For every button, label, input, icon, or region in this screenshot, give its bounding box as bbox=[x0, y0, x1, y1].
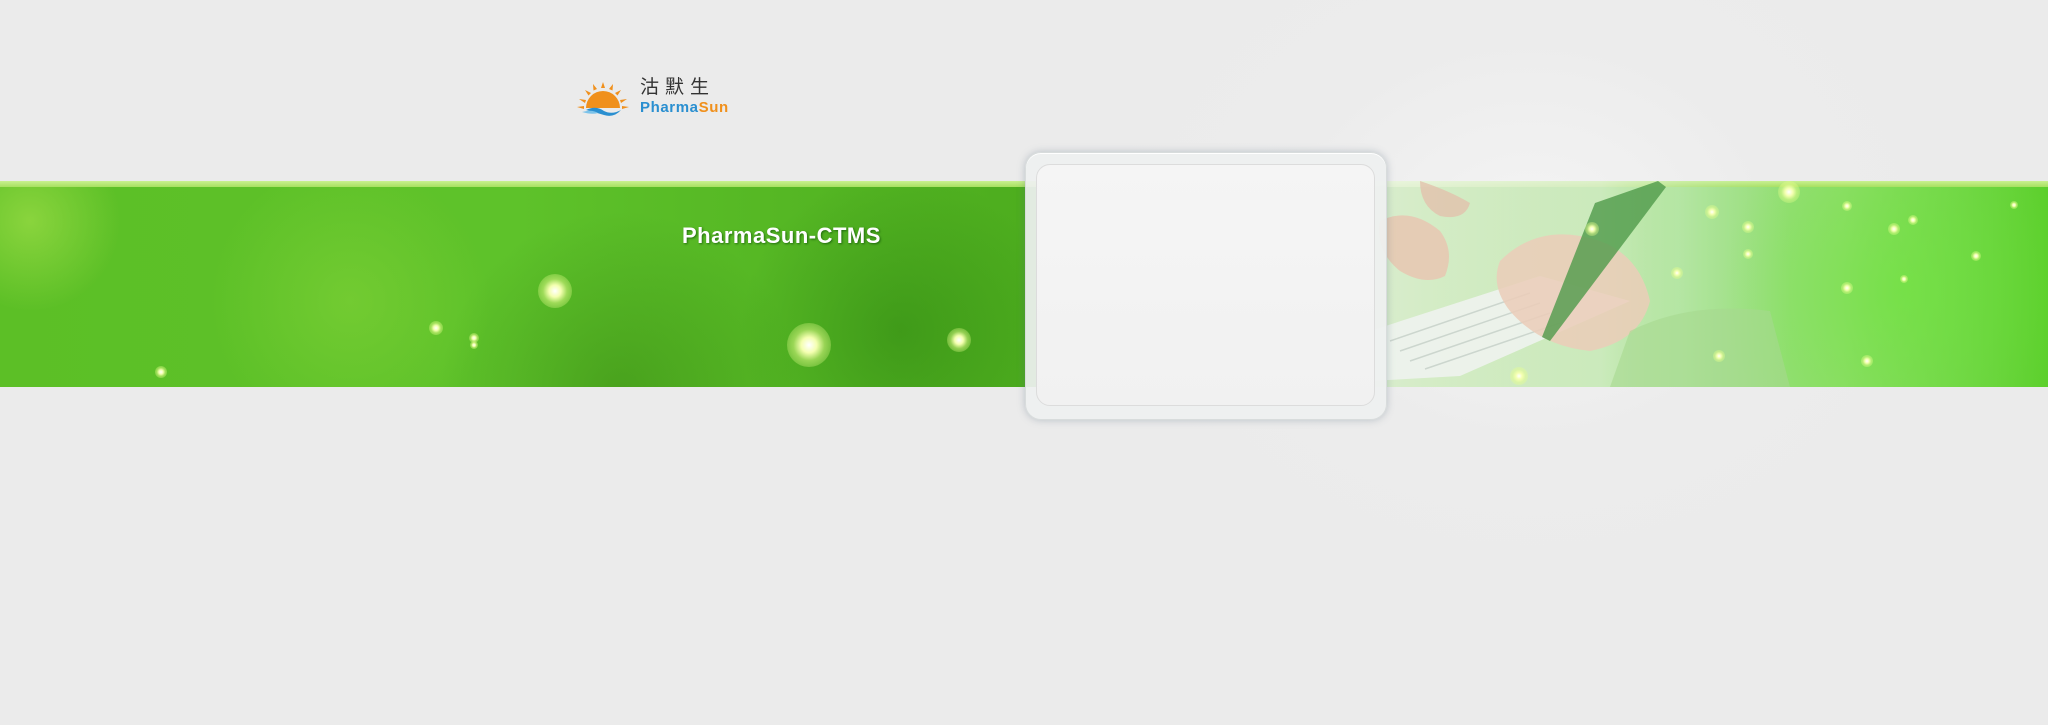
light-sparkle bbox=[1671, 267, 1683, 279]
light-sparkle bbox=[947, 328, 971, 352]
light-sparkle bbox=[1842, 201, 1852, 211]
logo-chinese-name: 沽默生 bbox=[640, 76, 716, 98]
writing-hands-photo bbox=[1370, 181, 1790, 387]
light-sparkle bbox=[1510, 367, 1528, 385]
light-sparkle bbox=[1585, 222, 1599, 236]
company-logo: 沽默生 PharmaSun bbox=[574, 76, 734, 120]
light-sparkle bbox=[1705, 205, 1719, 219]
sun-wave-logo-icon bbox=[577, 82, 629, 116]
light-sparkle bbox=[1841, 282, 1853, 294]
logo-english-name: PharmaSun bbox=[640, 100, 729, 116]
logo-name-pharma: Pharma bbox=[640, 99, 699, 116]
light-sparkle bbox=[2010, 201, 2018, 209]
light-sparkle bbox=[1971, 251, 1981, 261]
app-title: PharmaSun-CTMS bbox=[682, 223, 881, 248]
light-sparkle bbox=[1888, 223, 1900, 235]
light-sparkle bbox=[538, 274, 572, 308]
light-sparkle bbox=[1861, 355, 1873, 367]
light-sparkle bbox=[1900, 275, 1908, 283]
light-sparkle bbox=[1713, 350, 1725, 362]
light-sparkle bbox=[470, 341, 478, 349]
light-sparkle bbox=[1908, 215, 1918, 225]
logo-name-sun: Sun bbox=[698, 99, 729, 116]
light-sparkle bbox=[155, 366, 167, 378]
light-sparkle bbox=[1743, 249, 1753, 259]
hero-banner: PharmaSun-CTMS bbox=[0, 181, 2048, 387]
light-sparkle bbox=[787, 323, 831, 367]
light-sparkle bbox=[429, 321, 443, 335]
login-panel bbox=[1025, 152, 1387, 420]
light-sparkle bbox=[1742, 221, 1754, 233]
login-form-area[interactable] bbox=[1036, 164, 1375, 406]
light-sparkle bbox=[1778, 181, 1800, 203]
